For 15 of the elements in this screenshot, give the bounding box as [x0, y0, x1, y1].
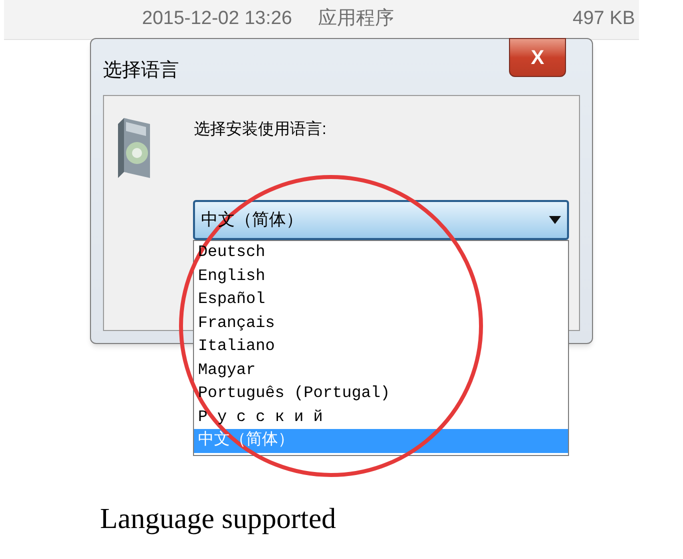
- close-button[interactable]: X: [509, 38, 566, 77]
- language-option[interactable]: English: [194, 264, 568, 288]
- file-type: 应用程序: [318, 7, 394, 32]
- language-prompt: 选择安装使用语言:: [194, 120, 326, 140]
- dialog-title: 选择语言: [103, 59, 179, 83]
- modified-date: 2015-12-02 13:26: [142, 7, 292, 32]
- language-option[interactable]: Magyar: [194, 358, 568, 382]
- language-option[interactable]: Português (Portugal): [194, 382, 568, 406]
- language-option[interactable]: Français: [194, 312, 568, 335]
- file-size: 497 KB: [572, 7, 635, 32]
- dropdown-caret-icon: [549, 216, 561, 224]
- language-option[interactable]: Español: [194, 288, 568, 312]
- language-option[interactable]: Italiano: [194, 335, 568, 358]
- caption: Language supported: [100, 502, 336, 538]
- language-option[interactable]: Р у с с к и й: [194, 406, 568, 429]
